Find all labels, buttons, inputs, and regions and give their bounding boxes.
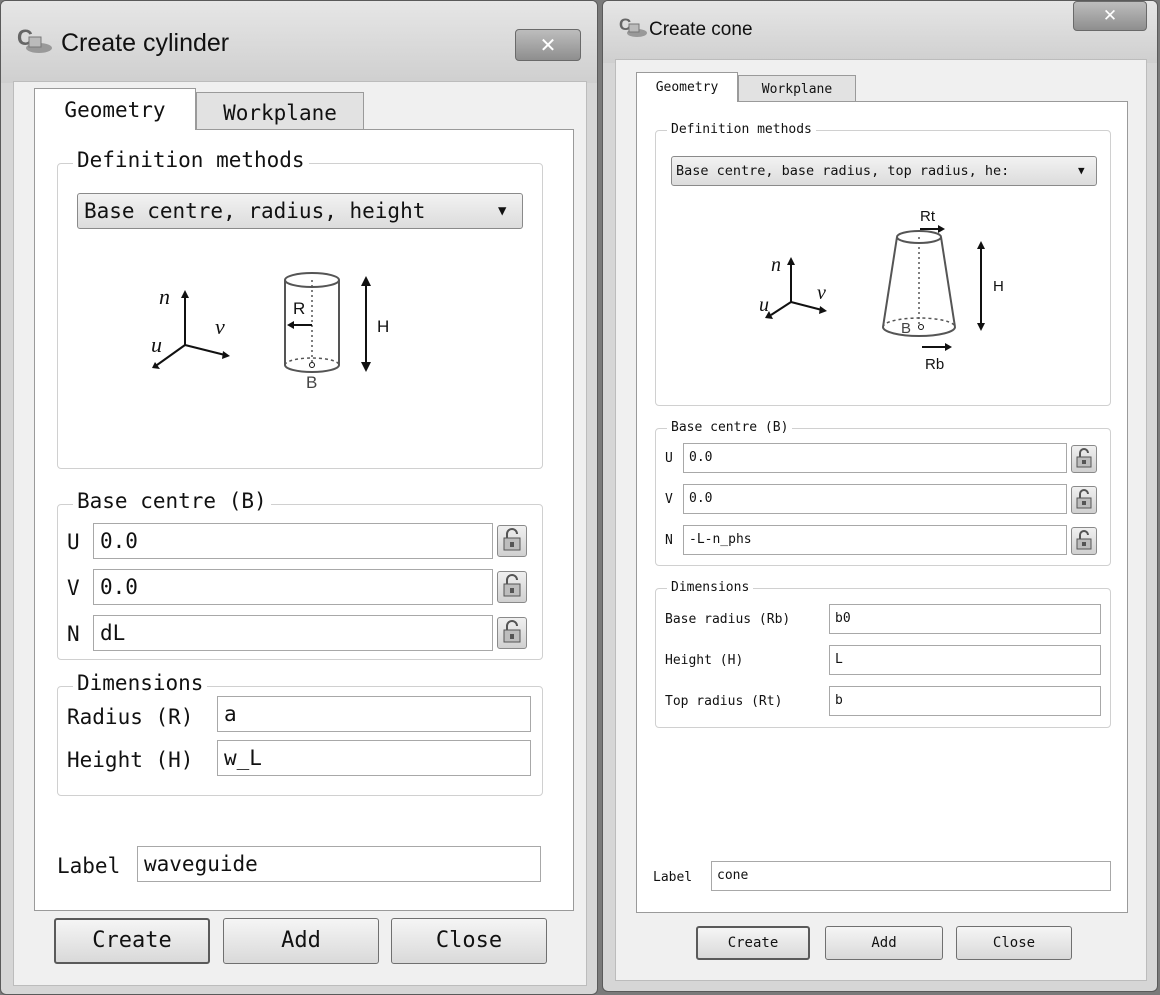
close-icon: ✕: [1102, 6, 1118, 26]
definition-method-value: Base centre, radius, height: [84, 199, 426, 223]
v-lock-button[interactable]: [497, 571, 527, 603]
create-button[interactable]: Create: [696, 926, 810, 960]
n-label: N: [67, 622, 80, 646]
close-window-button[interactable]: ✕: [1073, 1, 1147, 31]
tab-geometry[interactable]: Geometry: [636, 72, 738, 102]
u-input[interactable]: 0.0: [93, 523, 493, 559]
top-radius-rt-label: Rt: [920, 208, 936, 225]
height-input[interactable]: w_L: [217, 740, 531, 776]
geometry-panel: Definition methods Base centre, radius, …: [34, 129, 574, 911]
chevron-down-icon: ▼: [1078, 164, 1085, 177]
close-button[interactable]: Close: [956, 926, 1072, 960]
dialog-body: Geometry Workplane Definition methods Ba…: [13, 81, 587, 986]
close-button[interactable]: Close: [391, 918, 547, 964]
label-label: Label: [653, 870, 693, 885]
definition-methods-title: Definition methods: [667, 122, 816, 137]
dialog-body: Geometry Workplane Definition methods Ba…: [615, 59, 1147, 981]
n-lock-button[interactable]: [1071, 527, 1097, 555]
base-b-label: B: [306, 373, 317, 392]
lock-icon: [503, 528, 521, 551]
v-lock-button[interactable]: [1071, 486, 1097, 514]
u-label: U: [67, 530, 80, 554]
label-input[interactable]: cone: [711, 861, 1111, 891]
definition-method-select[interactable]: Base centre, base radius, top radius, he…: [671, 156, 1097, 186]
label-label: Label: [57, 854, 121, 878]
cylinder-diagram: n u v R B H: [151, 272, 389, 392]
radius-label: Radius (R): [67, 705, 194, 729]
lock-icon: [1076, 530, 1092, 550]
dialog-title: Create cone: [649, 19, 753, 40]
height-label: Height (H): [665, 653, 744, 668]
axis-n-label: n: [159, 284, 170, 309]
base-radius-input[interactable]: b0: [829, 604, 1101, 634]
definition-method-value: Base centre, base radius, top radius, he…: [676, 163, 1010, 179]
close-window-button[interactable]: ✕: [515, 29, 581, 61]
base-radius-rb-label: Rb: [925, 356, 944, 373]
n-label: N: [665, 533, 673, 548]
top-radius-input[interactable]: b: [829, 686, 1101, 716]
axis-u-label: u: [151, 332, 162, 357]
app-icon: C: [17, 25, 52, 53]
axis-u-label: u: [759, 294, 769, 316]
axis-v-label: v: [215, 314, 225, 339]
top-radius-label: Top radius (Rt): [665, 694, 783, 709]
u-lock-button[interactable]: [1071, 445, 1097, 473]
geometry-panel: Definition methods Base centre, base rad…: [636, 101, 1128, 913]
tab-workplane[interactable]: Workplane: [738, 75, 856, 102]
label-input[interactable]: waveguide: [137, 846, 541, 882]
cone-diagram: n u v B Rt Rb H: [759, 208, 1004, 373]
radius-input[interactable]: a: [217, 696, 531, 732]
u-label: U: [665, 451, 673, 466]
radius-r-label: R: [293, 299, 305, 318]
definition-methods-title: Definition methods: [73, 148, 309, 172]
lock-icon: [1076, 448, 1092, 468]
base-radius-label: Base radius (Rb): [665, 612, 791, 627]
n-input[interactable]: dL: [93, 615, 493, 651]
axis-n-label: n: [771, 254, 781, 276]
lock-icon: [503, 620, 521, 643]
height-h-label: H: [377, 317, 389, 336]
height-input[interactable]: L: [829, 645, 1101, 675]
u-lock-button[interactable]: [497, 525, 527, 557]
v-input[interactable]: 0.0: [93, 569, 493, 605]
dimensions-title: Dimensions: [667, 580, 754, 595]
tab-geometry[interactable]: Geometry: [34, 88, 196, 130]
height-label: Height (H): [67, 748, 194, 772]
add-button[interactable]: Add: [825, 926, 943, 960]
app-icon: C: [619, 15, 647, 37]
title-bar: C Create cone ✕: [603, 1, 1157, 63]
chevron-down-icon: ▼: [498, 203, 507, 219]
height-h-label: H: [993, 278, 1004, 295]
create-cylinder-dialog: C Create cylinder ✕ Geometry Workplane D…: [0, 0, 598, 995]
base-centre-title: Base centre (B): [667, 420, 793, 435]
base-centre-title: Base centre (B): [73, 489, 271, 513]
axis-v-label: v: [817, 282, 826, 304]
create-cone-dialog: C Create cone ✕ Geometry Workplane Defin…: [602, 0, 1158, 992]
title-bar: C Create cylinder ✕: [1, 1, 597, 83]
definition-method-select[interactable]: Base centre, radius, height ▼: [77, 193, 523, 229]
lock-icon: [1076, 489, 1092, 509]
v-label: V: [67, 576, 80, 600]
lock-icon: [503, 574, 521, 597]
u-input[interactable]: 0.0: [683, 443, 1067, 473]
n-lock-button[interactable]: [497, 617, 527, 649]
tab-workplane[interactable]: Workplane: [196, 92, 364, 130]
v-label: V: [665, 492, 673, 507]
create-button[interactable]: Create: [54, 918, 210, 964]
base-b-label: B: [901, 320, 911, 337]
add-button[interactable]: Add: [223, 918, 379, 964]
dialog-title: Create cylinder: [61, 29, 230, 57]
dimensions-title: Dimensions: [73, 671, 208, 695]
n-input[interactable]: -L-n_phs: [683, 525, 1067, 555]
v-input[interactable]: 0.0: [683, 484, 1067, 514]
close-icon: ✕: [539, 33, 557, 57]
